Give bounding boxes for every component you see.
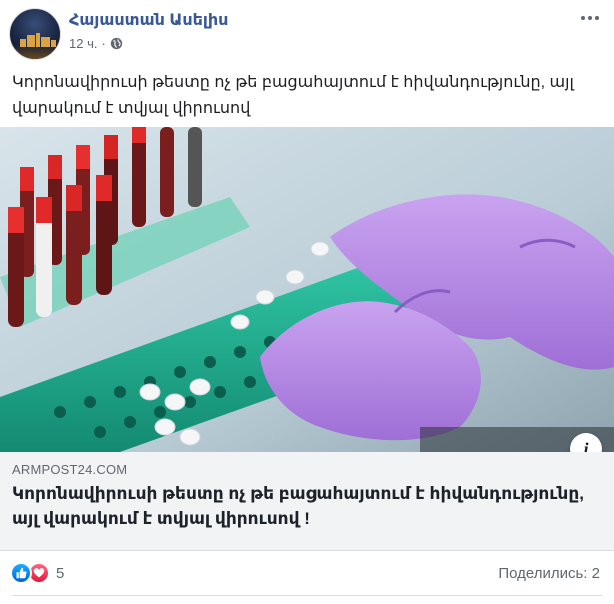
like-icon <box>10 562 32 584</box>
shares-count[interactable]: Поделились: 2 <box>498 565 600 582</box>
reactions-summary[interactable]: 5 <box>10 562 64 584</box>
post-footer: 5 Поделились: 2 <box>0 552 614 596</box>
facebook-post: Հայաստան Ասելիս 12 ч. · Կորոնավիրուսի թե… <box>0 0 614 604</box>
more-options-icon[interactable] <box>576 8 604 28</box>
page-name-link[interactable]: Հայաստան Ասելիս <box>69 10 228 30</box>
page-avatar[interactable] <box>9 8 61 60</box>
post-timestamp[interactable]: 12 ч. <box>69 36 97 51</box>
globe-icon[interactable] <box>110 37 123 50</box>
meta-separator: · <box>101 36 106 51</box>
avatar-glow <box>10 45 60 59</box>
avatar-skyline <box>16 33 56 47</box>
footer-divider <box>12 595 602 596</box>
link-preview-image[interactable] <box>0 127 614 452</box>
link-title[interactable]: Կորոնավիրուսի թեստը ոչ թե բացահայտում է … <box>12 481 592 531</box>
post-meta: 12 ч. · <box>69 36 123 51</box>
reaction-count: 5 <box>56 564 65 582</box>
link-preview-details[interactable]: ARMPOST24.COM Կորոնավիրուսի թեստը ոչ թե … <box>0 452 614 551</box>
link-domain: ARMPOST24.COM <box>12 462 128 477</box>
lab-photo <box>0 127 614 452</box>
post-header: Հայաստան Ասելիս 12 ч. · <box>0 0 614 64</box>
post-message: Կորոնավիրուսի թեստը ոչ թե բացահայտում է … <box>12 74 574 117</box>
link-preview[interactable]: i ARMPOST24.COM Կորոնավիրուսի թեստը ոչ թ… <box>0 127 614 551</box>
